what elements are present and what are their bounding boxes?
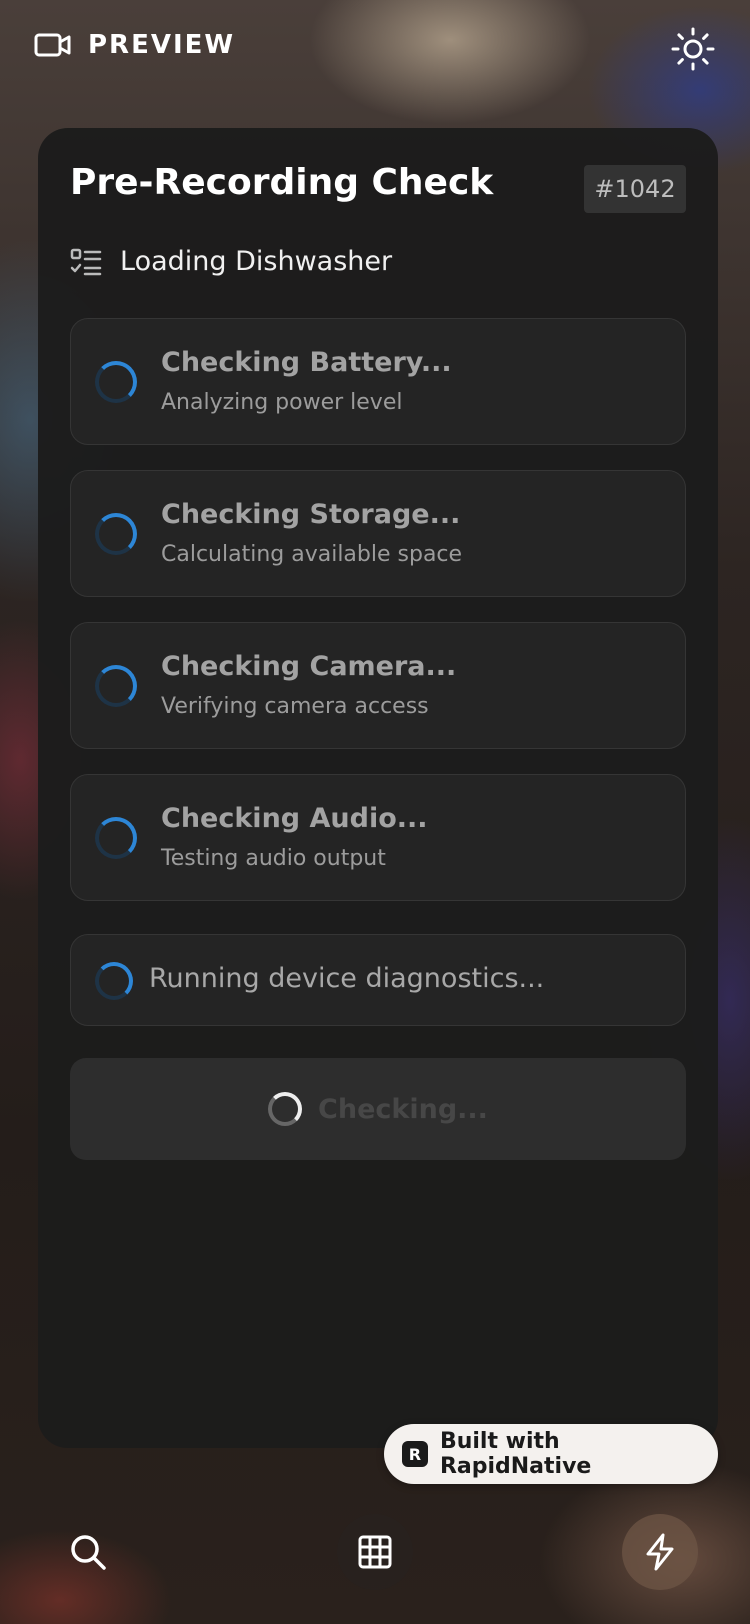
check-title: Checking Audio... [161,803,428,834]
preview-indicator: PREVIEW [34,30,235,60]
rapidnative-logo-icon: R [402,1441,428,1467]
top-bar: PREVIEW [0,0,750,96]
sun-icon[interactable] [670,26,716,72]
card-title: Pre-Recording Check [70,162,494,203]
check-battery: Checking Battery... Analyzing power leve… [70,318,686,445]
preview-label: PREVIEW [88,30,236,60]
diagnostics-status: Running device diagnostics... [70,934,686,1026]
check-title: Checking Camera... [161,651,457,682]
check-subtitle: Calculating available space [161,542,463,567]
grid-icon [358,1535,392,1569]
lightning-icon [646,1533,674,1571]
loading-spinner-icon [95,361,137,403]
built-with-label: Built with RapidNative [439,1429,592,1479]
loading-spinner-icon [95,817,137,859]
pre-recording-card: Pre-Recording Check #1042 Loading Dishwa… [38,128,718,1448]
loading-spinner-icon [95,962,133,1000]
check-title: Checking Storage... [161,499,461,530]
check-camera: Checking Camera... Verifying camera acce… [70,622,686,749]
check-subtitle: Analyzing power level [161,390,403,415]
search-button[interactable] [50,1514,126,1590]
check-storage: Checking Storage... Calculating availabl… [70,470,686,597]
check-subtitle: Verifying camera access [161,694,429,719]
search-icon [71,1535,106,1570]
loading-spinner-icon [95,513,137,555]
grid-button[interactable] [337,1514,413,1590]
task-row: Loading Dishwasher [70,246,392,277]
video-camera-icon [34,33,71,57]
checking-button-label: Checking... [318,1093,488,1125]
checking-button[interactable]: Checking... [70,1058,686,1160]
diagnostics-text: Running device diagnostics... [149,963,545,994]
loading-spinner-icon [95,665,137,707]
check-audio: Checking Audio... Testing audio output [70,774,686,901]
check-subtitle: Testing audio output [161,846,386,871]
checklist-icon [70,248,102,275]
task-name: Loading Dishwasher [120,246,393,277]
id-badge: #1042 [584,165,686,213]
built-with-badge[interactable]: R Built with RapidNative [384,1424,718,1484]
loading-spinner-icon [268,1092,303,1126]
check-title: Checking Battery... [161,347,452,378]
lightning-button[interactable] [622,1514,698,1590]
